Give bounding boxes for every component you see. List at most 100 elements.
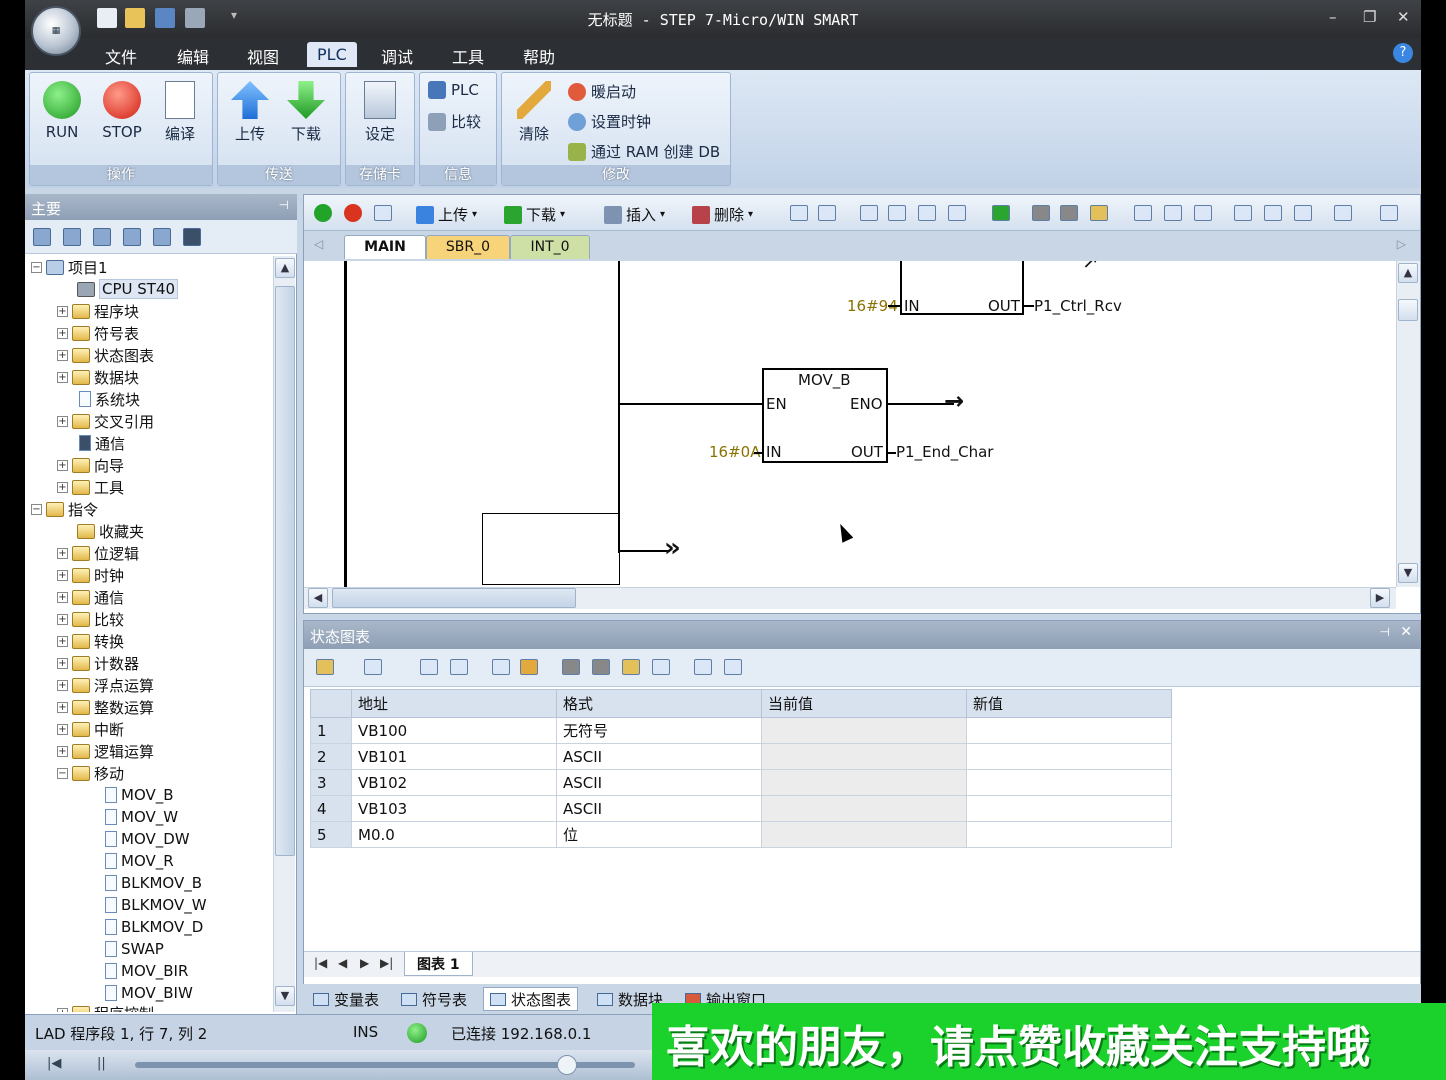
toolbar-download[interactable]: 下载 ▾ [504,204,565,225]
new-value-cell[interactable] [966,743,1172,770]
tree-item[interactable]: + 向导 [57,454,124,476]
close-button[interactable]: ✕ [1397,8,1410,26]
download-button[interactable]: 下载 [284,81,328,144]
new-value-cell[interactable] [966,769,1172,796]
read-once-icon[interactable] [420,659,438,675]
format-cell[interactable]: ASCII [556,795,762,822]
plc-info-button[interactable]: PLC [428,81,479,99]
toolbar-upload[interactable]: 上传 ▾ [416,204,477,225]
tab-int0[interactable]: INT_0 [510,235,590,259]
expand-icon[interactable]: + [57,415,68,427]
run-button[interactable]: RUN [40,81,84,141]
pencil-icon[interactable] [520,659,538,675]
expand-icon[interactable]: + [57,327,68,339]
tree-leaf[interactable]: MOV_R [105,850,174,872]
pin-icon[interactable]: ⊣ [279,198,289,212]
tree-leaf[interactable]: MOV_BIW [105,982,193,1004]
row-number[interactable]: 2 [310,743,352,770]
tree-item[interactable]: + 计数器 [57,652,139,674]
tree-leaf[interactable]: MOV_B [105,784,174,806]
toolbar-box-icon[interactable] [1294,205,1312,221]
toolbar-compile-icon[interactable] [374,205,392,221]
app-logo-icon[interactable]: ▦ [31,6,81,56]
tree-item[interactable]: + 交叉引用 [57,410,154,432]
tab-sbr0[interactable]: SBR_0 [426,235,510,259]
tree-item[interactable]: + 比较 [57,608,124,630]
tree-leaf[interactable]: MOV_BIR [105,960,188,982]
tree-item[interactable]: 通信 [79,432,125,454]
address-cell[interactable]: M0.0 [351,821,557,848]
scroll-thumb[interactable] [1398,299,1418,321]
tree-item[interactable]: + 逻辑运算 [57,740,154,762]
tree-item[interactable]: + 数据块 [57,366,139,388]
video-progress-handle[interactable] [557,1055,577,1075]
editor-hscrollbar[interactable]: ◀ ▶ [304,587,1396,609]
pause-icon[interactable]: || [97,1056,106,1071]
chart-icon[interactable] [694,659,712,675]
tree-item[interactable]: + 程序块 [57,300,139,322]
toolbar-remove-bookmark-icon[interactable] [948,205,966,221]
expand-icon[interactable]: + [57,591,68,603]
force-icon[interactable] [562,659,580,675]
column-header-new[interactable]: 新值 [966,689,1172,718]
expand-icon[interactable]: + [57,635,68,647]
format-cell[interactable]: 位 [556,821,762,848]
tab-symbol-table[interactable]: 符号表 [395,987,473,1011]
format-cell[interactable]: ASCII [556,743,762,770]
view-comm-icon[interactable] [183,228,201,246]
tree-item[interactable]: + 中断 [57,718,124,740]
last-sheet-icon[interactable]: ▶| [380,956,393,970]
scroll-up-icon[interactable]: ▲ [275,258,295,278]
menu-edit[interactable]: 编辑 [177,44,209,68]
stop-button[interactable]: STOP [98,81,146,141]
tree-item[interactable]: + 浮点运算 [57,674,154,696]
tree-leaf[interactable]: BLKMOV_B [105,872,202,894]
toolbar-run[interactable] [314,204,332,222]
editor-vscrollbar[interactable]: ▲ ▼ [1396,261,1420,587]
clear-button[interactable]: 清除 [510,81,558,144]
tab-main[interactable]: MAIN [344,235,426,259]
menu-tools[interactable]: 工具 [452,44,484,68]
expand-icon[interactable]: + [57,305,68,317]
tree-cpu[interactable]: CPU ST40 [77,278,179,300]
scroll-right-icon[interactable]: ▶ [1370,588,1390,608]
toolbar-table-icon[interactable] [1380,205,1398,221]
menu-debug[interactable]: 调试 [381,44,413,68]
scroll-down-icon[interactable]: ▼ [275,986,295,1006]
toolbar-network2-icon[interactable] [818,205,836,221]
expand-icon[interactable]: + [57,459,68,471]
trend-icon[interactable] [450,659,468,675]
toolbar-next-icon[interactable] [918,205,936,221]
tree-item[interactable]: + 时钟 [57,564,124,586]
new-value-cell[interactable] [966,717,1172,744]
toolbar-stop[interactable] [344,204,362,222]
column-header-address[interactable]: 地址 [351,689,557,718]
expand-icon[interactable]: + [57,371,68,383]
tree-leaf[interactable]: MOV_DW [105,828,190,850]
tree-leaf[interactable]: BLKMOV_W [105,894,207,916]
close-icon[interactable]: ✕ [1400,624,1412,640]
format-cell[interactable]: ASCII [556,769,762,796]
tree-scrollbar[interactable]: ▲ ▼ [273,256,295,1012]
tab-scroll-right-icon[interactable]: ▷ [1397,237,1406,251]
insert-row-icon[interactable] [364,659,382,675]
tree-item[interactable]: + 符号表 [57,322,139,344]
toolbar-line-right-icon[interactable] [1194,205,1212,221]
address-cell[interactable]: VB101 [351,743,557,770]
tree-instructions[interactable]: − 指令 [31,498,98,520]
menu-help[interactable]: 帮助 [523,44,555,68]
empty-element-box[interactable] [482,513,620,585]
toolbar-prev-icon[interactable] [888,205,906,221]
unforce-all-icon[interactable] [622,659,640,675]
tree-item-move[interactable]: − 移动 [57,762,124,784]
view-table-icon[interactable] [63,228,81,246]
pin-icon[interactable]: ⊣ [1380,625,1390,639]
tree-item[interactable]: + 通信 [57,586,124,608]
row-number[interactable]: 5 [310,821,352,848]
toolbar-go-icon[interactable] [992,205,1010,221]
menu-file[interactable]: 文件 [105,44,137,68]
toolbar-contact-down-icon[interactable] [1134,205,1152,221]
expand-icon[interactable]: + [57,701,68,713]
row-number[interactable]: 1 [310,717,352,744]
tab-scroll-left-icon[interactable]: ◁ [314,237,323,251]
